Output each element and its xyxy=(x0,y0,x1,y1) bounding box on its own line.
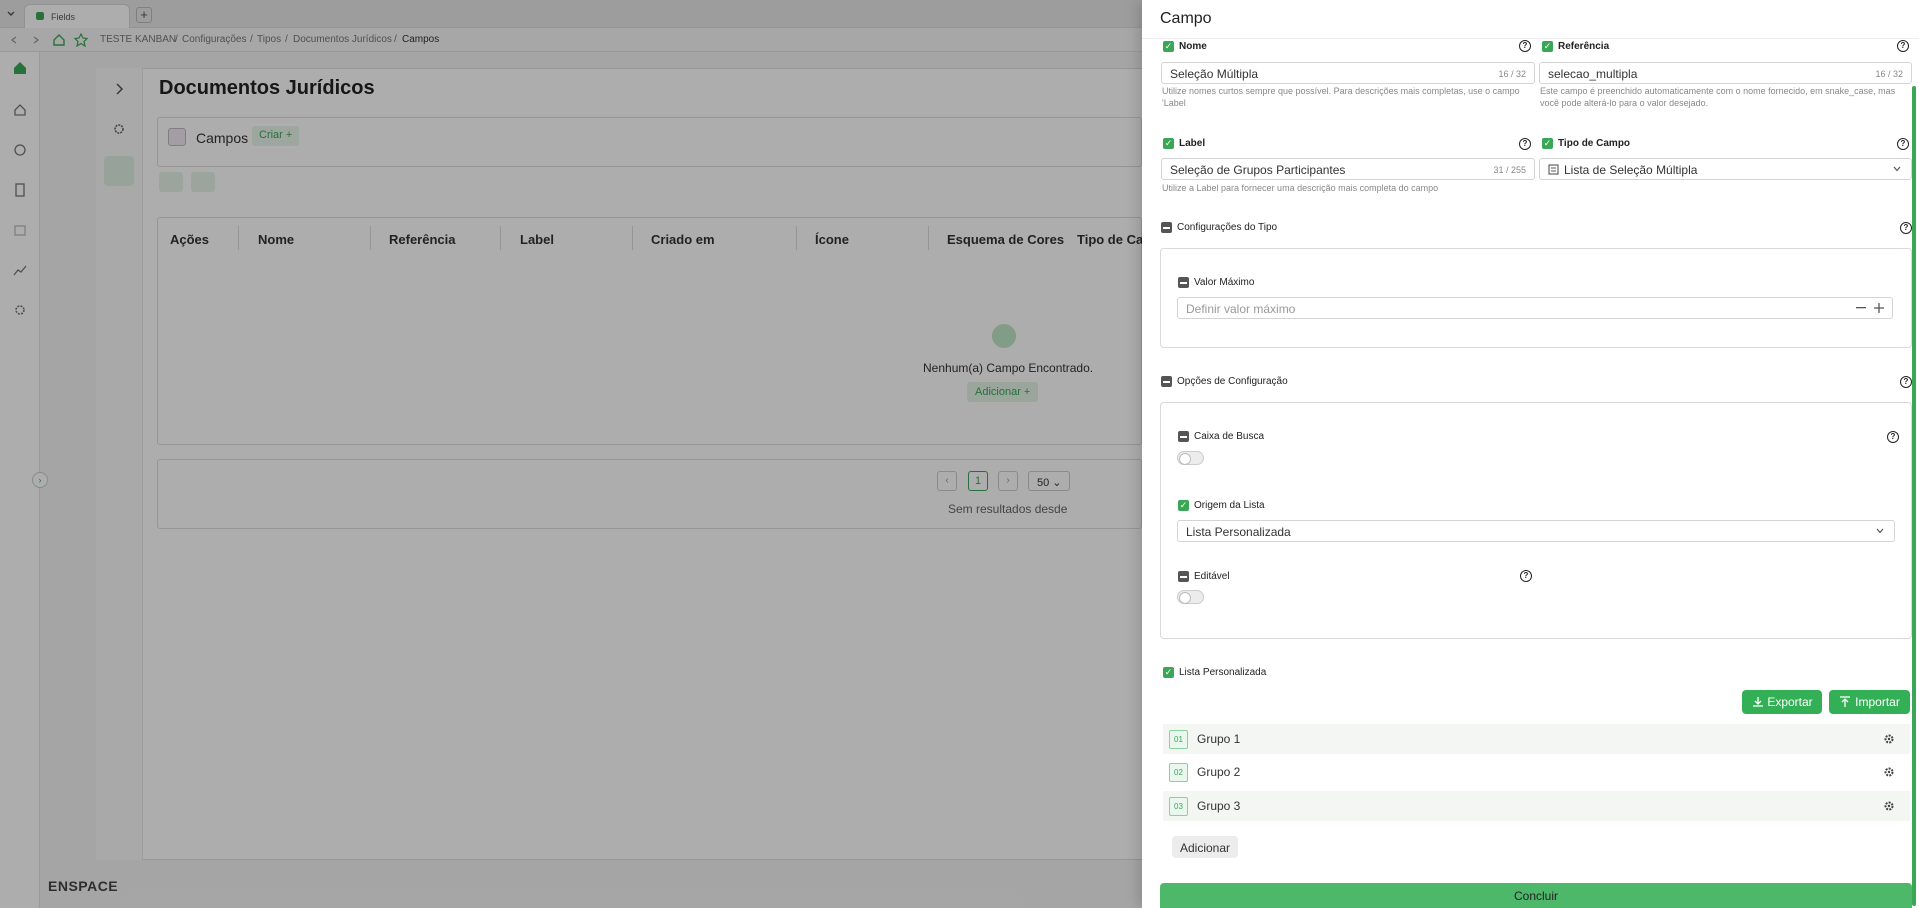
opcoes-collapse[interactable] xyxy=(1161,376,1172,387)
list-item-number: 01 xyxy=(1169,730,1188,749)
caixa-busca-collapse[interactable] xyxy=(1178,431,1189,442)
label-label: Label xyxy=(1179,138,1206,149)
nome-input[interactable]: Seleção Múltipla 16 / 32 xyxy=(1161,62,1535,84)
import-button[interactable]: Importar xyxy=(1829,690,1910,714)
referencia-hint: Este campo é preenchido automaticamente … xyxy=(1540,86,1896,108)
opcoes-label: Opções de Configuração xyxy=(1177,376,1288,387)
editavel-label: Editável xyxy=(1194,571,1230,582)
list-item-label: Grupo 2 xyxy=(1197,765,1241,779)
help-icon[interactable]: ? xyxy=(1520,570,1532,582)
label-input[interactable]: Seleção de Grupos Participantes 31 / 255 xyxy=(1161,158,1535,180)
caixa-busca-label: Caixa de Busca xyxy=(1194,431,1265,442)
list-item-label: Grupo 1 xyxy=(1197,732,1241,746)
submit-button[interactable]: Concluir xyxy=(1160,883,1912,908)
help-icon[interactable]: ? xyxy=(1887,431,1899,443)
help-icon[interactable]: ? xyxy=(1519,138,1531,150)
origem-lista-label: Origem da Lista xyxy=(1194,500,1265,511)
tipo-campo-value: Lista de Seleção Múltipla xyxy=(1564,163,1698,177)
minus-icon[interactable] xyxy=(1856,307,1866,309)
drawer-title: Campo xyxy=(1160,10,1212,27)
help-icon[interactable]: ? xyxy=(1897,138,1909,150)
lista-personalizada-label: Lista Personalizada xyxy=(1179,667,1267,678)
label-counter: 31 / 255 xyxy=(1493,165,1526,175)
referencia-input[interactable]: selecao_multipla 16 / 32 xyxy=(1539,62,1912,84)
list-item[interactable]: 03 Grupo 3 xyxy=(1163,791,1910,821)
tipo-campo-label: Tipo de Campo xyxy=(1558,138,1631,149)
config-tipo-collapse[interactable] xyxy=(1161,222,1172,233)
gear-icon[interactable] xyxy=(1882,732,1896,746)
nome-hint: Utilize nomes curtos sempre que possível… xyxy=(1162,86,1520,108)
add-item-button[interactable]: Adicionar xyxy=(1172,836,1239,858)
plus-icon[interactable] xyxy=(1874,303,1884,313)
nome-counter: 16 / 32 xyxy=(1498,69,1526,79)
scrollbar[interactable] xyxy=(1912,86,1916,906)
list-item[interactable]: 01 Grupo 1 xyxy=(1163,724,1910,754)
upload-icon xyxy=(1840,696,1850,707)
chevron-down-icon xyxy=(1876,528,1884,534)
list-item-number: 03 xyxy=(1169,797,1188,816)
help-icon[interactable]: ? xyxy=(1519,40,1531,52)
divider xyxy=(1142,38,1919,39)
referencia-label: Referência xyxy=(1558,41,1610,52)
valor-maximo-placeholder: Definir valor máximo xyxy=(1186,302,1296,316)
list-item-number: 02 xyxy=(1169,763,1188,782)
referencia-counter: 16 / 32 xyxy=(1875,69,1903,79)
tipo-campo-select[interactable]: Lista de Seleção Múltipla xyxy=(1539,158,1912,180)
help-icon[interactable]: ? xyxy=(1897,40,1909,52)
valor-maximo-input[interactable]: Definir valor máximo xyxy=(1177,297,1893,319)
editavel-toggle[interactable] xyxy=(1177,590,1204,604)
help-icon[interactable]: ? xyxy=(1900,376,1912,388)
label-value: Seleção de Grupos Participantes xyxy=(1170,163,1346,177)
nome-checkbox[interactable]: ✓ xyxy=(1163,41,1174,52)
lista-personalizada-checkbox[interactable]: ✓ xyxy=(1163,667,1174,678)
config-tipo-label: Configurações do Tipo xyxy=(1177,222,1278,233)
export-button[interactable]: Exportar xyxy=(1742,690,1822,714)
help-icon[interactable]: ? xyxy=(1900,222,1912,234)
list-item-label: Grupo 3 xyxy=(1197,799,1241,813)
modal-overlay[interactable] xyxy=(0,0,1142,908)
gear-icon[interactable] xyxy=(1882,799,1896,813)
label-checkbox[interactable]: ✓ xyxy=(1163,138,1174,149)
nome-label: Nome xyxy=(1179,41,1207,52)
chevron-down-icon xyxy=(1893,166,1901,172)
caixa-busca-toggle[interactable] xyxy=(1177,451,1204,465)
list-icon xyxy=(1548,164,1559,175)
tipo-campo-checkbox[interactable]: ✓ xyxy=(1542,138,1553,149)
nome-value: Seleção Múltipla xyxy=(1170,67,1259,81)
gear-icon[interactable] xyxy=(1882,765,1896,779)
referencia-checkbox[interactable]: ✓ xyxy=(1542,41,1553,52)
origem-lista-checkbox[interactable]: ✓ xyxy=(1178,500,1189,511)
valor-maximo-label: Valor Máximo xyxy=(1194,277,1255,288)
origem-lista-value: Lista Personalizada xyxy=(1186,525,1291,539)
referencia-value: selecao_multipla xyxy=(1548,67,1638,81)
list-item[interactable]: 02 Grupo 2 xyxy=(1163,757,1910,787)
label-hint: Utilize a Label para fornecer uma descri… xyxy=(1162,183,1439,193)
editavel-collapse[interactable] xyxy=(1178,571,1189,582)
valor-maximo-collapse[interactable] xyxy=(1178,277,1189,288)
download-icon xyxy=(1753,697,1763,707)
origem-lista-select[interactable]: Lista Personalizada xyxy=(1177,520,1895,542)
